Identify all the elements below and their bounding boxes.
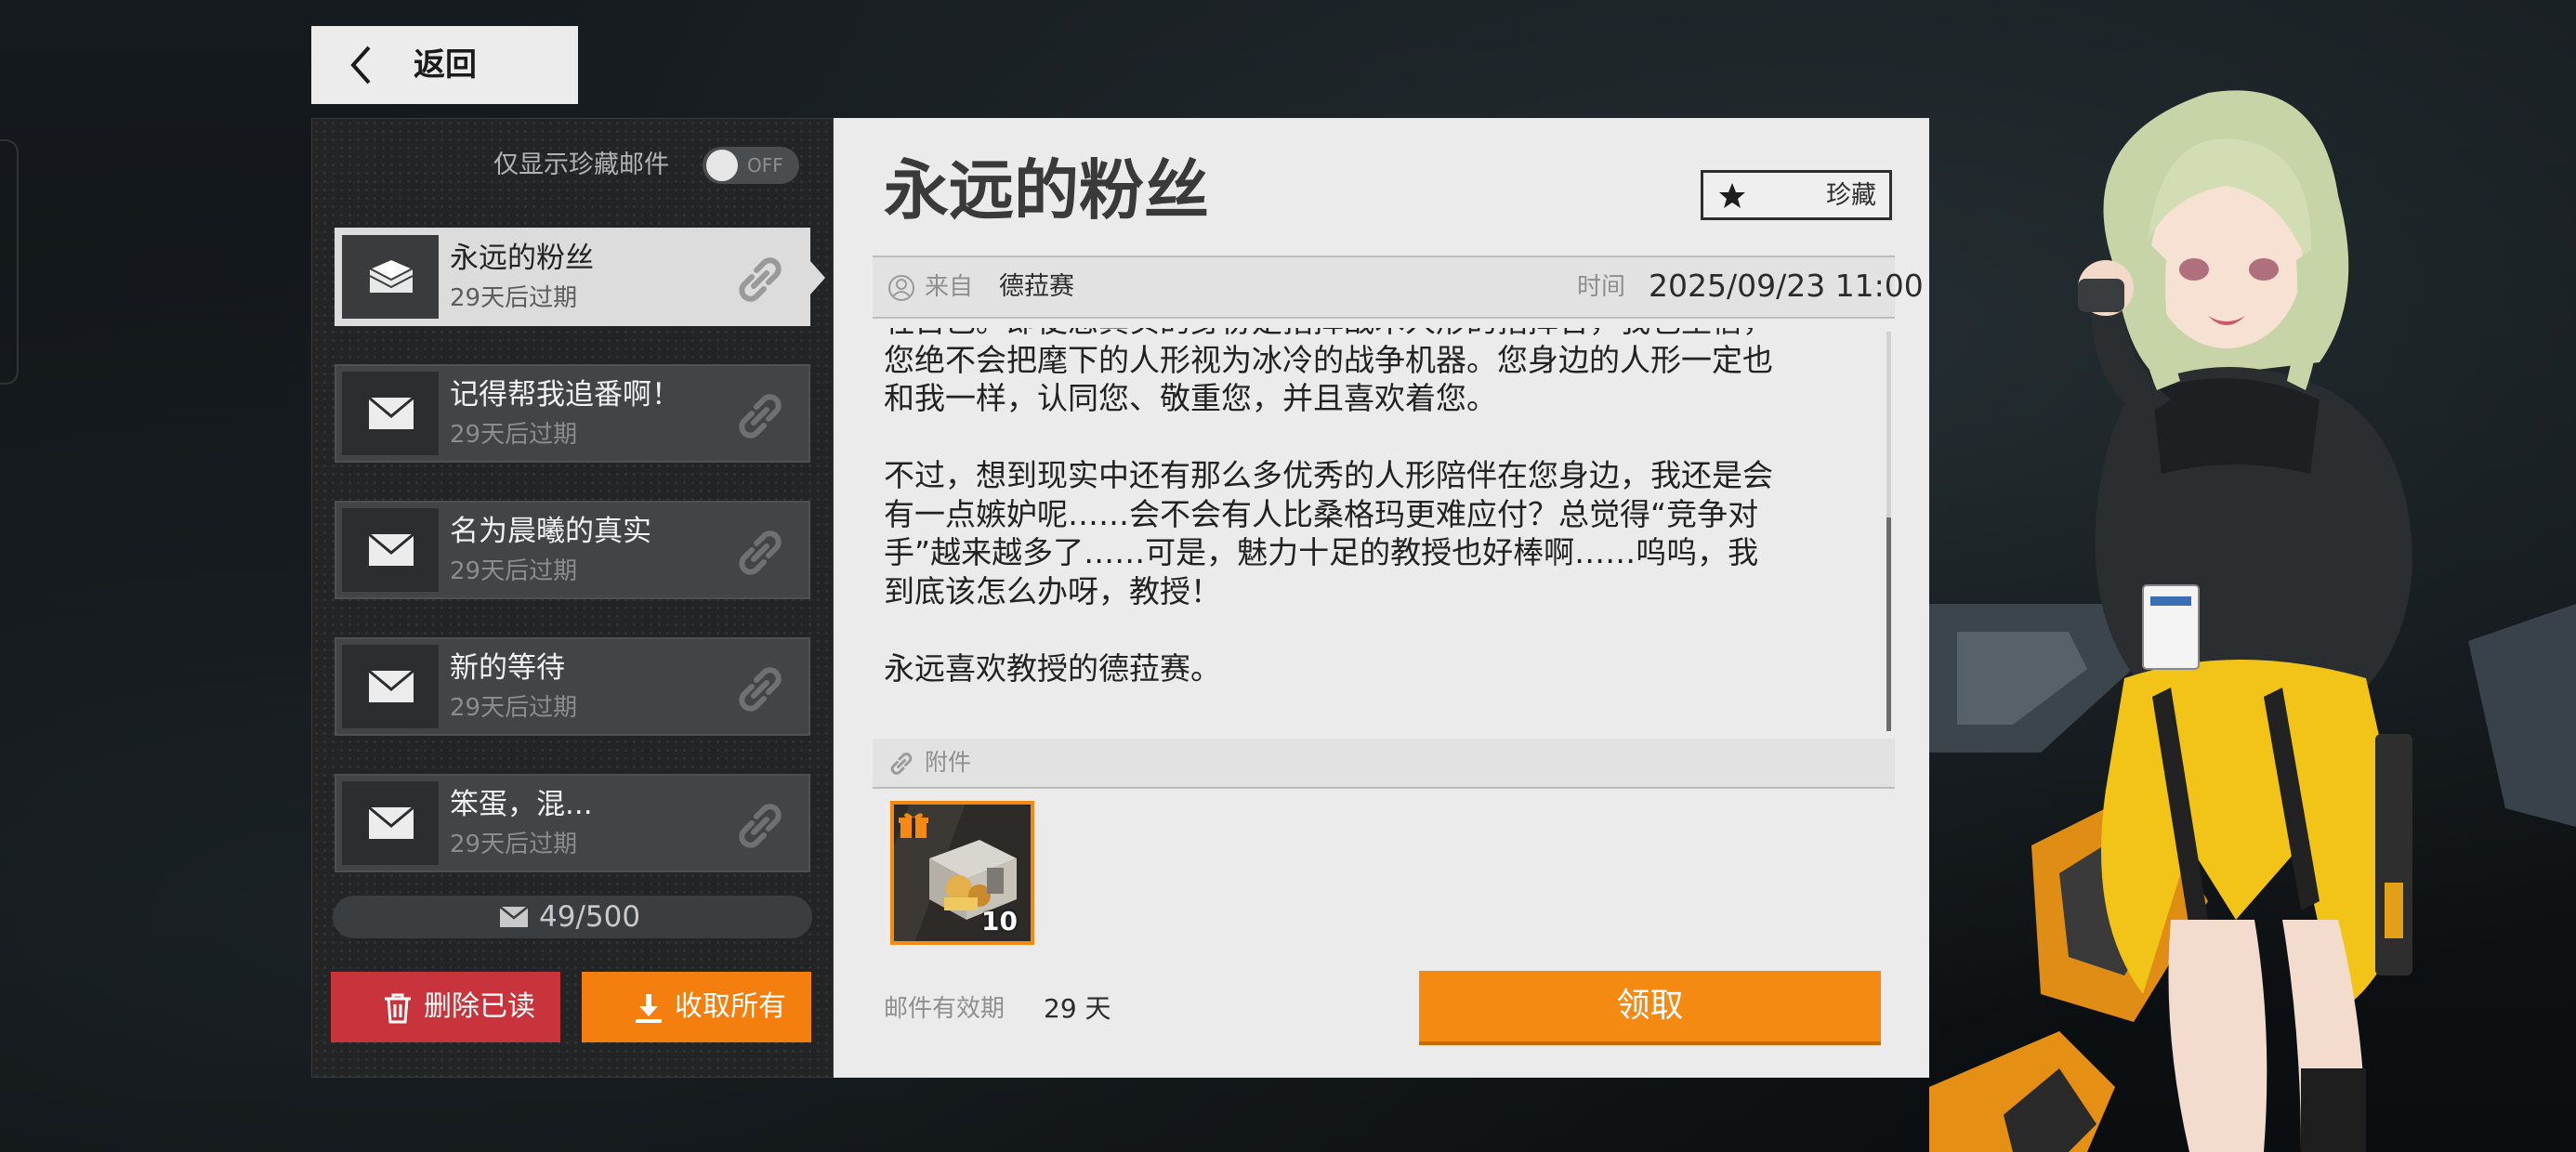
chevron-left-icon xyxy=(350,46,371,85)
envelope-icon xyxy=(368,396,414,429)
open-envelope-icon xyxy=(368,259,414,293)
character-illustration xyxy=(1929,90,2576,1152)
attachment-label: 附件 xyxy=(925,749,972,776)
mail-expiry: 29天后过期 xyxy=(450,557,578,585)
mail-icon-box xyxy=(342,508,439,592)
mail-icon-box xyxy=(342,235,439,319)
attachment-link-icon xyxy=(739,394,782,439)
mail-title: 记得帮我追番啊！ xyxy=(450,378,680,412)
mail-list-item[interactable]: 笨蛋，混... 29天后过期 xyxy=(335,774,810,872)
trash-icon xyxy=(385,993,411,1024)
mail-meta-row: 来自 德菈赛 时间 2025/09/23 11:00 xyxy=(873,257,1924,317)
envelope-icon xyxy=(368,669,414,702)
claim-label: 领取 xyxy=(1616,987,1684,1025)
mail-list-item[interactable]: 名为晨曦的真实 29天后过期 xyxy=(335,501,810,599)
mail-expiry: 29天后过期 xyxy=(450,694,578,722)
mail-icon-box xyxy=(342,645,439,728)
back-button[interactable]: 返回 xyxy=(311,26,578,104)
mail-heading: 永远的粉丝 xyxy=(884,152,1209,229)
person-icon xyxy=(888,275,914,301)
mail-count: 49/500 xyxy=(539,900,641,934)
validity-value: 29 天 xyxy=(1044,993,1111,1024)
mail-expiry: 29天后过期 xyxy=(450,831,578,858)
toggle-knob xyxy=(706,150,738,181)
attachment-link-icon xyxy=(739,667,782,712)
divider xyxy=(873,317,1895,319)
attachment-link-icon xyxy=(739,804,782,848)
mail-body-text: 牲自己。即便您真实的身份是指挥战术人形的指挥官，我也坚信， 您绝不会把麾下的人形… xyxy=(884,328,1773,687)
validity-label: 邮件有效期 xyxy=(884,995,1005,1023)
mail-timestamp: 2025/09/23 11:00 xyxy=(1649,268,1924,304)
star-icon xyxy=(1719,183,1745,208)
delete-read-button[interactable]: 删除已读 xyxy=(331,972,560,1042)
delete-read-label: 删除已读 xyxy=(424,990,535,1023)
mail-title: 笨蛋，混... xyxy=(450,788,593,821)
collect-all-button[interactable]: 收取所有 xyxy=(582,972,811,1042)
mail-list-panel: 仅显示珍藏邮件 OFF 永远的粉丝 29天后过期 记得帮我追番啊！ 29天后过期… xyxy=(311,118,834,1078)
mail-list-item[interactable]: 新的等待 29天后过期 xyxy=(335,637,810,736)
attachment-header: 附件 xyxy=(873,739,1895,787)
favorites-only-label: 仅显示珍藏邮件 xyxy=(493,151,669,179)
mail-title: 永远的粉丝 xyxy=(450,242,594,275)
mail-expiry: 29天后过期 xyxy=(450,421,578,449)
mail-list-item[interactable]: 永远的粉丝 29天后过期 xyxy=(335,228,825,326)
download-icon xyxy=(636,994,662,1023)
collect-all-label: 收取所有 xyxy=(675,990,786,1023)
from-label: 来自 xyxy=(925,273,974,301)
favorite-button[interactable]: 珍藏 xyxy=(1701,170,1892,220)
envelope-icon xyxy=(368,532,414,566)
toggle-state: OFF xyxy=(747,154,783,177)
mail-icon-box xyxy=(342,372,439,455)
mail-title: 名为晨曦的真实 xyxy=(450,515,651,548)
attachment-link-icon xyxy=(739,530,782,575)
mail-title: 新的等待 xyxy=(450,651,565,685)
favorites-only-toggle[interactable]: OFF xyxy=(703,147,799,184)
divider xyxy=(873,787,1895,789)
attachment-item[interactable]: 10 xyxy=(890,801,1034,945)
scrollbar-thumb[interactable] xyxy=(1886,517,1891,731)
claim-button[interactable]: 领取 xyxy=(1419,971,1881,1041)
mail-detail-panel: 永远的粉丝 珍藏 来自 德菈赛 时间 2025/09/23 11:00 牲自己。… xyxy=(834,118,1929,1078)
sender-name: 德菈赛 xyxy=(999,272,1074,301)
time-label: 时间 xyxy=(1577,273,1626,301)
attachment-link-icon xyxy=(739,257,782,302)
mail-list-item[interactable]: 记得帮我追番啊！ 29天后过期 xyxy=(335,364,810,463)
back-label: 返回 xyxy=(414,46,477,84)
selected-indicator xyxy=(810,261,825,295)
item-quantity: 10 xyxy=(981,906,1018,936)
favorite-label: 珍藏 xyxy=(1826,181,1876,210)
mail-expiry: 29天后过期 xyxy=(450,284,578,312)
link-icon xyxy=(890,753,913,775)
envelope-icon xyxy=(500,906,528,927)
mail-icon-box xyxy=(342,781,439,865)
envelope-icon xyxy=(368,805,414,839)
edge-tab xyxy=(0,139,19,385)
mail-count-bar: 49/500 xyxy=(333,896,812,938)
